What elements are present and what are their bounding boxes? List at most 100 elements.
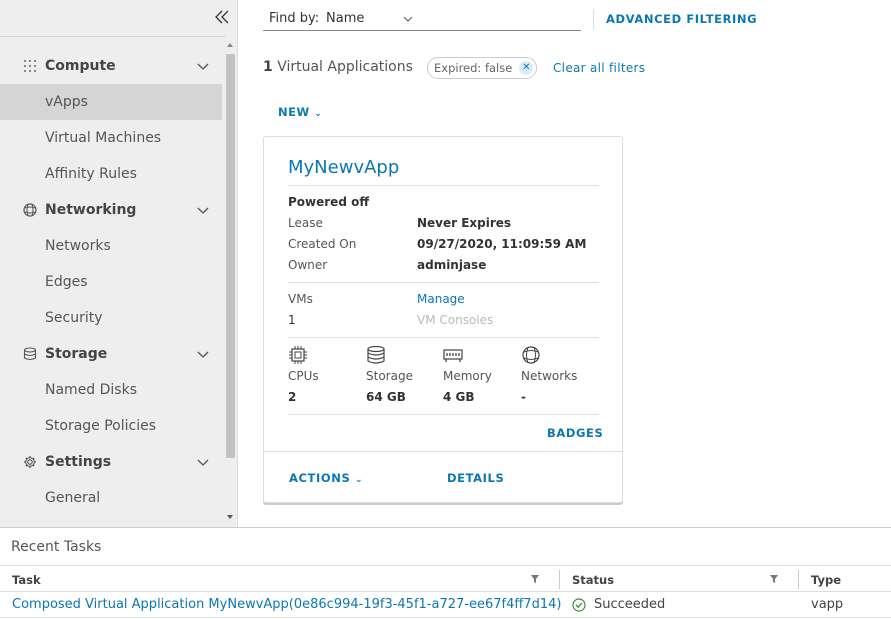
sidebar-group-networking[interactable]: Networking bbox=[0, 192, 222, 228]
scrollbar-thumb[interactable] bbox=[226, 54, 235, 458]
networks-value: - bbox=[521, 390, 526, 404]
owner-value: adminjase bbox=[417, 258, 487, 272]
sidebar-item-affinity-rules[interactable]: Affinity Rules bbox=[0, 156, 222, 192]
actions-label: ACTIONS bbox=[289, 471, 351, 485]
sidebar-item-virtual-machines[interactable]: Virtual Machines bbox=[0, 120, 222, 156]
network-globe-icon bbox=[522, 346, 540, 364]
manage-link[interactable]: Manage bbox=[417, 292, 465, 306]
chevron-down-icon[interactable] bbox=[197, 348, 209, 360]
sidebar-divider bbox=[0, 36, 226, 37]
chevron-down-icon[interactable] bbox=[403, 14, 413, 24]
find-by-select[interactable]: Find by: Name bbox=[263, 6, 581, 31]
lease-value: Never Expires bbox=[417, 216, 512, 230]
sidebar-scrollbar[interactable] bbox=[223, 40, 237, 527]
new-button-label: NEW bbox=[278, 105, 310, 119]
find-by-label: Find by: bbox=[269, 11, 320, 26]
find-by-value[interactable]: Name bbox=[326, 11, 364, 26]
card-footer-divider bbox=[264, 451, 622, 452]
created-on-value: 09/27/2020, 11:09:59 AM bbox=[417, 237, 587, 251]
result-count-number: 1 bbox=[263, 59, 273, 75]
sidebar-item-label: Virtual Machines bbox=[45, 130, 162, 146]
power-state: Powered off bbox=[288, 195, 370, 209]
sidebar-group-label: Compute bbox=[45, 58, 116, 74]
sidebar-item-label: Affinity Rules bbox=[45, 166, 137, 182]
result-count-label: Virtual Applications bbox=[277, 59, 413, 75]
filter-chip-expired: Expired: false ✕ bbox=[427, 57, 538, 79]
sidebar-item-general[interactable]: General bbox=[0, 480, 222, 516]
scroll-down-arrow-icon[interactable] bbox=[227, 515, 233, 519]
sidebar: Compute vApps Virtual Machines Affinity … bbox=[0, 0, 238, 527]
memory-value: 4 GB bbox=[443, 390, 475, 404]
clear-all-filters-link[interactable]: Clear all filters bbox=[553, 61, 645, 75]
database-icon bbox=[23, 347, 37, 361]
sidebar-item-networks[interactable]: Networks bbox=[0, 228, 222, 264]
network-globe-icon bbox=[23, 203, 37, 217]
cpus-value: 2 bbox=[288, 390, 297, 404]
sidebar-group-storage[interactable]: Storage bbox=[0, 336, 222, 372]
sidebar-item-label: vApps bbox=[45, 94, 88, 110]
cpus-label: CPUs bbox=[288, 369, 319, 383]
sidebar-item-named-disks[interactable]: Named Disks bbox=[0, 372, 222, 408]
vapp-title-link[interactable]: MyNewvApp bbox=[288, 157, 399, 178]
collapse-sidebar-icon[interactable] bbox=[213, 8, 231, 26]
recent-tasks-title: Recent Tasks bbox=[11, 539, 102, 555]
filter-icon[interactable] bbox=[769, 574, 779, 584]
vapp-card: MyNewvApp Powered off Lease Never Expire… bbox=[263, 136, 623, 503]
chevron-down-icon[interactable] bbox=[197, 204, 209, 216]
card-divider bbox=[288, 414, 599, 415]
card-divider bbox=[288, 185, 599, 186]
sidebar-group-label: Settings bbox=[45, 454, 112, 470]
task-name-link[interactable]: Composed Virtual Application MyNewvApp(0… bbox=[12, 597, 561, 612]
actions-button[interactable]: ACTIONS ⌄ bbox=[289, 471, 363, 485]
sidebar-group-settings[interactable]: Settings bbox=[0, 444, 222, 480]
advanced-filtering-button[interactable]: ADVANCED FILTERING bbox=[606, 12, 757, 26]
sidebar-nav: Compute vApps Virtual Machines Affinity … bbox=[0, 48, 222, 516]
remove-filter-close-icon[interactable]: ✕ bbox=[519, 61, 534, 75]
sidebar-item-label: Named Disks bbox=[45, 382, 138, 398]
memory-icon bbox=[443, 349, 463, 362]
sidebar-item-vapps[interactable]: vApps bbox=[0, 84, 222, 120]
grid-icon bbox=[24, 60, 36, 72]
task-status: Succeeded bbox=[594, 597, 666, 612]
chevron-down-icon[interactable] bbox=[197, 60, 209, 72]
sidebar-item-label: Edges bbox=[45, 274, 88, 290]
vm-consoles-link-disabled: VM Consoles bbox=[417, 313, 494, 327]
sidebar-item-edges[interactable]: Edges bbox=[0, 264, 222, 300]
sidebar-item-label: General bbox=[45, 490, 101, 506]
sidebar-group-label: Storage bbox=[45, 346, 108, 362]
database-icon bbox=[367, 345, 385, 364]
sidebar-item-storage-policies[interactable]: Storage Policies bbox=[0, 408, 222, 444]
badges-button[interactable]: BADGES bbox=[547, 426, 603, 440]
column-resize-handle[interactable] bbox=[559, 570, 560, 589]
sidebar-group-compute[interactable]: Compute bbox=[0, 48, 222, 84]
sidebar-item-label: Security bbox=[45, 310, 103, 326]
gear-icon bbox=[24, 456, 36, 468]
table-row: Composed Virtual Application MyNewvApp(0… bbox=[0, 592, 891, 618]
scroll-up-arrow-icon[interactable] bbox=[227, 43, 233, 47]
memory-label: Memory bbox=[443, 369, 492, 383]
toolbar-divider bbox=[593, 9, 594, 29]
sidebar-item-label: Networks bbox=[45, 238, 111, 254]
new-button[interactable]: NEW ⌄ bbox=[278, 105, 322, 119]
card-divider bbox=[288, 337, 599, 338]
column-header-type[interactable]: Type bbox=[811, 573, 841, 587]
details-button[interactable]: DETAILS bbox=[447, 471, 504, 485]
column-resize-handle[interactable] bbox=[798, 570, 799, 589]
sidebar-item-label: Storage Policies bbox=[45, 418, 157, 434]
filter-icon[interactable] bbox=[530, 574, 540, 584]
chevron-down-icon: ⌄ bbox=[354, 475, 364, 485]
column-header-task[interactable]: Task bbox=[12, 573, 41, 587]
chevron-down-icon[interactable] bbox=[197, 456, 209, 468]
networks-label: Networks bbox=[521, 369, 578, 383]
lease-label: Lease bbox=[288, 216, 323, 230]
storage-label: Storage bbox=[366, 369, 413, 383]
sidebar-group-label: Networking bbox=[45, 202, 137, 218]
storage-value: 64 GB bbox=[366, 390, 406, 404]
chevron-down-icon: ⌄ bbox=[314, 109, 323, 119]
owner-label: Owner bbox=[288, 258, 328, 272]
task-type: vapp bbox=[811, 597, 844, 612]
check-circle-icon bbox=[572, 598, 586, 612]
sidebar-item-security[interactable]: Security bbox=[0, 300, 222, 336]
column-header-status[interactable]: Status bbox=[572, 573, 614, 587]
result-count: 1 Virtual Applications bbox=[263, 59, 413, 75]
